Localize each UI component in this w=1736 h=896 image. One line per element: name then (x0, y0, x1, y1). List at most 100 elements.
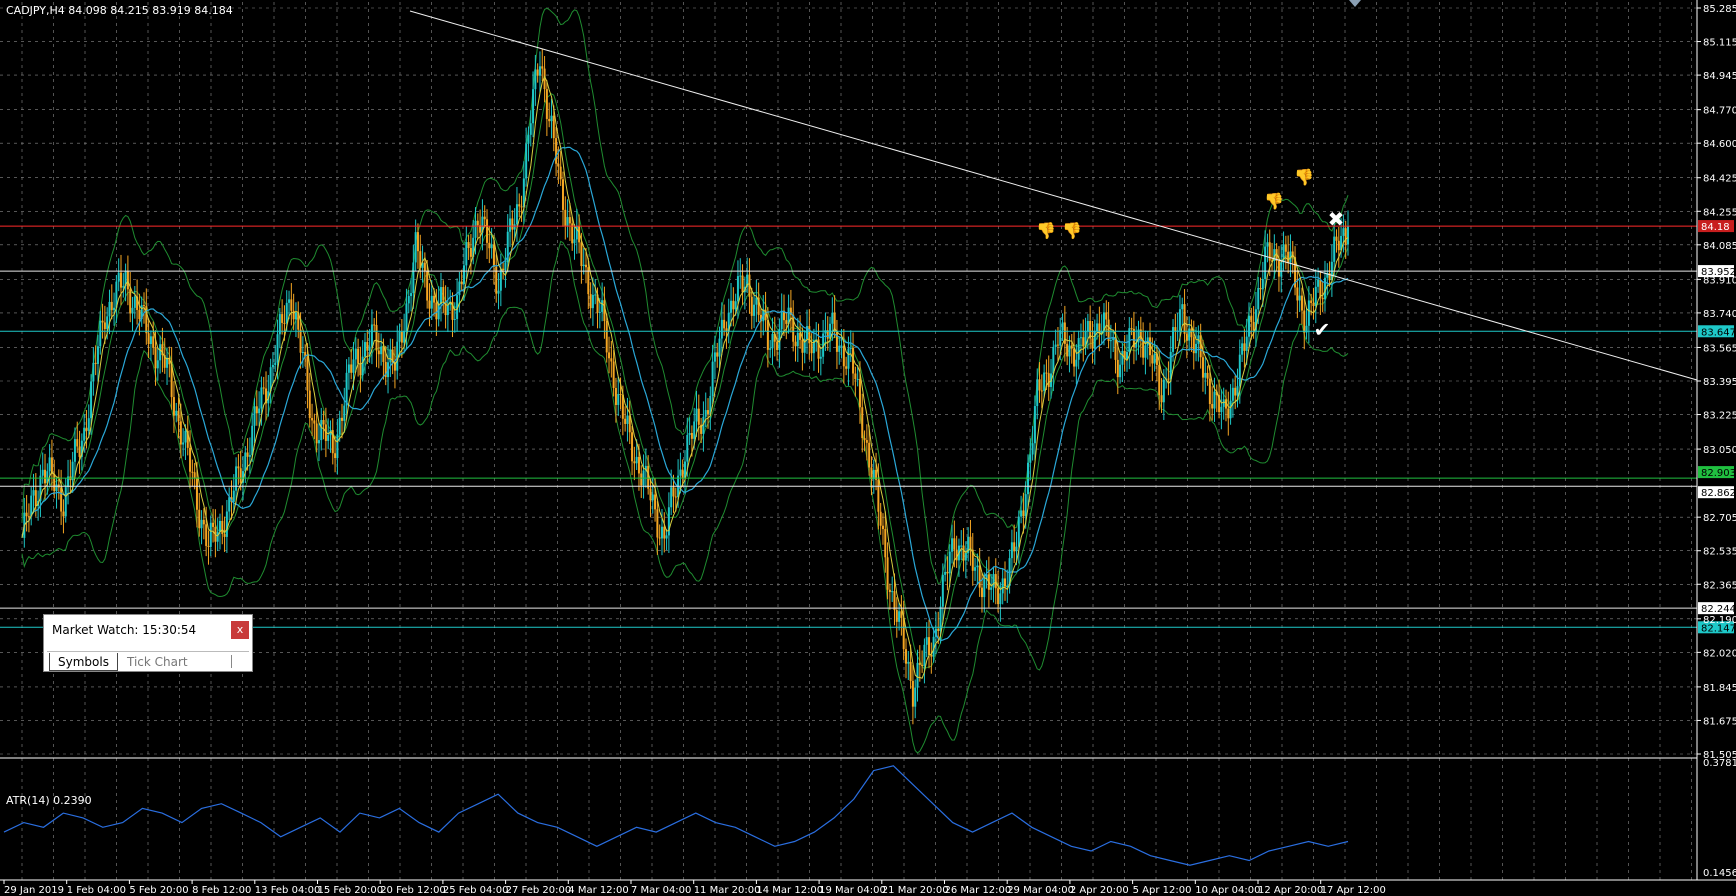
candle-body (1017, 516, 1020, 547)
candle-body (200, 519, 203, 529)
candle-body (96, 346, 99, 364)
candle-body (483, 216, 486, 220)
candle-body (446, 304, 449, 316)
candle-body (1068, 345, 1071, 357)
candle-body (898, 611, 901, 622)
candle-body (55, 484, 58, 492)
candle-body (492, 244, 495, 267)
candle-body (951, 538, 954, 552)
candle-body (428, 300, 431, 309)
thumbs-down-icon: 👎 (1036, 221, 1056, 240)
candle-body (216, 531, 219, 542)
candle-body (980, 587, 983, 598)
level-price-label: 84.18 (1701, 222, 1730, 233)
time-tick-label: 13 Feb 04:00 (255, 885, 321, 896)
candle-body (193, 472, 196, 479)
candle-body (532, 89, 535, 124)
candle-body (1195, 343, 1198, 354)
candle-body (1206, 372, 1209, 379)
time-tick-label: 26 Mar 12:00 (945, 885, 1012, 896)
candle-body (430, 295, 433, 309)
level-price-label: 82.903 (1701, 468, 1736, 479)
candle-body (149, 336, 152, 345)
candle-body (713, 352, 716, 362)
candle-body (538, 66, 541, 76)
candle-body (350, 364, 353, 373)
candle-body (819, 356, 822, 359)
candle-body (274, 362, 277, 365)
candle-body (589, 294, 592, 309)
candle-body (460, 281, 463, 284)
candle-body (1096, 323, 1099, 332)
candle-body (944, 571, 947, 575)
price-tick-label: 81.675 (1703, 716, 1736, 727)
price-chart[interactable]: 84.1883.95283.64782.90382.86282.24482.14… (0, 0, 1736, 896)
candle-body (658, 537, 661, 539)
candle-body (525, 143, 528, 179)
candle-body (870, 467, 873, 479)
candle-body (1061, 322, 1064, 331)
candle-body (1162, 379, 1165, 403)
time-tick-label: 29 Mar 04:00 (1007, 885, 1074, 896)
candle-body (769, 348, 772, 350)
candle-body (580, 242, 583, 267)
candle-body (877, 479, 880, 512)
candle-body (776, 341, 779, 351)
candle-body (1190, 328, 1193, 338)
candle-body (306, 356, 309, 391)
candle-body (320, 420, 323, 441)
candle-body (92, 362, 95, 382)
candle-body (557, 163, 560, 167)
candle-body (1167, 378, 1170, 380)
candle-body (974, 567, 977, 571)
market-watch-title: Market Watch: 15:30:54 (52, 623, 197, 637)
market-watch-window[interactable]: Market Watch: 15:30:54 x Symbols Tick Ch… (43, 614, 253, 672)
candle-body (1158, 364, 1161, 396)
candle-body (1040, 390, 1043, 392)
close-button[interactable]: x (231, 621, 249, 639)
candle-body (497, 290, 500, 294)
candle-body (1335, 236, 1338, 241)
candle-body (550, 115, 553, 122)
candle-body (87, 418, 90, 431)
candle-body (886, 557, 889, 590)
candle-body (895, 610, 898, 622)
price-tick-label: 82.190 (1703, 615, 1736, 626)
candle-body (60, 487, 63, 512)
candle-body (608, 352, 611, 359)
candle-body (1082, 337, 1085, 346)
candle-body (357, 348, 360, 364)
candle-body (732, 300, 735, 310)
candle-body (347, 364, 350, 373)
candle-body (246, 452, 249, 457)
candle-body (248, 455, 251, 457)
candle-body (62, 511, 65, 517)
price-tick-label: 83.910 (1703, 275, 1736, 286)
candle-body (548, 118, 551, 122)
candle-body (380, 346, 383, 355)
candle-body (288, 299, 291, 303)
candle-body (154, 347, 157, 369)
tab-tick-chart[interactable]: Tick Chart (119, 653, 196, 671)
candle-body (881, 525, 884, 530)
candle-body (907, 661, 910, 664)
candle-body (1075, 359, 1078, 367)
candle-body (435, 302, 438, 320)
candle-body (308, 390, 311, 418)
candle-body (960, 545, 963, 547)
candle-body (198, 509, 201, 529)
candle-body (515, 204, 518, 225)
candle-body (909, 661, 912, 681)
price-tick-label: 82.705 (1703, 513, 1736, 524)
candle-body (103, 322, 106, 330)
candle-body (513, 224, 516, 230)
candle-body (159, 344, 162, 361)
candle-body (313, 420, 316, 424)
candle-body (1303, 310, 1306, 333)
candle-body (1192, 337, 1195, 354)
tab-symbols[interactable]: Symbols (49, 653, 118, 671)
candle-body (1151, 355, 1154, 364)
candle-body (785, 320, 788, 324)
candle-body (175, 410, 178, 416)
candle-body (679, 469, 682, 476)
